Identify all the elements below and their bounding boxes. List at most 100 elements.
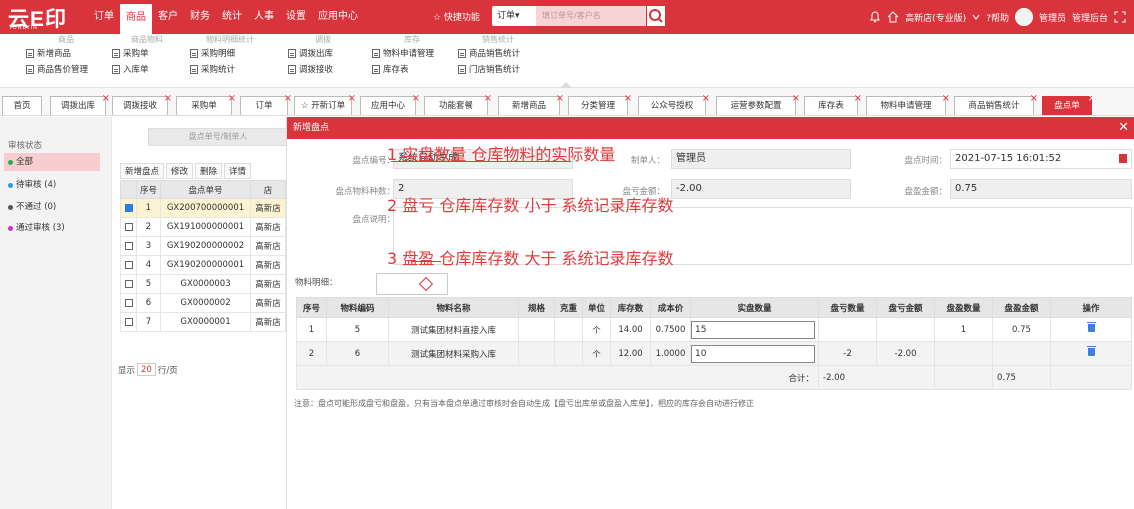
submenu-link-transfer-out[interactable]: 调拨出库 bbox=[288, 45, 358, 61]
nav-item-statistics[interactable]: 统计 bbox=[216, 0, 248, 34]
search-button[interactable] bbox=[646, 5, 666, 27]
avatar[interactable] bbox=[1014, 8, 1033, 26]
tab-orders[interactable]: 订单 × bbox=[240, 93, 292, 115]
tab-new-order[interactable]: ☆ 开新订单 × bbox=[294, 93, 356, 115]
status-dot-icon bbox=[8, 205, 13, 210]
row-checkbox[interactable] bbox=[124, 279, 133, 288]
table-row[interactable]: 3 GX190200000002 高新店 bbox=[120, 236, 286, 256]
filter-item-all[interactable]: 全部 bbox=[4, 153, 100, 171]
submenu-link-store-sales[interactable]: 门店销售统计 bbox=[458, 61, 538, 77]
calendar-icon[interactable] bbox=[1119, 154, 1127, 163]
nav-item-app-center[interactable]: 应用中心 bbox=[312, 0, 364, 34]
delete-row-icon[interactable] bbox=[1086, 322, 1096, 332]
row-checkbox[interactable] bbox=[124, 203, 133, 212]
nav-item-settings[interactable]: 设置 bbox=[280, 0, 312, 34]
order-type-select[interactable]: 订单▾ bbox=[492, 6, 536, 26]
tab-transfer-out[interactable]: 调拨出库 × bbox=[50, 93, 110, 115]
actual-quantity-input[interactable]: 10 bbox=[691, 344, 816, 363]
row-checkbox[interactable] bbox=[124, 317, 133, 326]
tab-purchase-order[interactable]: 采购单 × bbox=[176, 93, 236, 115]
tab-new-product[interactable]: 新增商品 × bbox=[498, 93, 564, 115]
help-link[interactable]: ?帮助 bbox=[986, 11, 1009, 24]
close-icon[interactable]: × bbox=[228, 90, 236, 108]
filter-item-approved[interactable]: 通过审核 (3) bbox=[4, 219, 100, 237]
row-checkbox[interactable] bbox=[124, 298, 133, 307]
global-search-input[interactable]: 填订单号/客户名 bbox=[536, 6, 646, 26]
backend-link[interactable]: 管理后台 bbox=[1072, 11, 1108, 24]
delete-row-icon[interactable] bbox=[1086, 346, 1096, 356]
submenu-link-price-management[interactable]: 商品售价管理 bbox=[26, 61, 106, 77]
table-row[interactable]: 4 GX190200000001 高新店 bbox=[120, 255, 286, 275]
close-icon[interactable]: × bbox=[792, 90, 800, 108]
tab-product-sales[interactable]: 商品销售统计 × bbox=[954, 93, 1038, 115]
close-icon[interactable]: × bbox=[1088, 90, 1096, 108]
column-header: 序号 bbox=[136, 180, 161, 199]
close-icon[interactable]: ✕ bbox=[1118, 117, 1129, 139]
nav-item-customers[interactable]: 客户 bbox=[152, 0, 184, 34]
table-row[interactable]: 2 GX191000000001 高新店 bbox=[120, 217, 286, 237]
tab-transfer-in[interactable]: 调拨接收 × bbox=[112, 93, 172, 115]
tab-category-management[interactable]: 分类管理 × bbox=[568, 93, 632, 115]
tab-wechat-auth[interactable]: 公众号授权 × bbox=[638, 93, 710, 115]
row-checkbox[interactable] bbox=[124, 241, 133, 250]
submenu-link-purchase-order[interactable]: 采购单 bbox=[112, 45, 182, 61]
column-header: 物料名称 bbox=[388, 297, 519, 318]
close-icon[interactable]: × bbox=[1030, 90, 1038, 108]
fullscreen-icon[interactable] bbox=[1114, 11, 1126, 23]
admin-name[interactable]: 管理员 bbox=[1039, 11, 1066, 24]
table-row[interactable]: 7 GX0000001 高新店 bbox=[120, 312, 286, 332]
filter-item-pending[interactable]: 待审核 (4) bbox=[4, 176, 100, 194]
quick-functions-button[interactable]: ☆ 快捷功能 bbox=[433, 10, 480, 23]
nav-item-finance[interactable]: 财务 bbox=[184, 0, 216, 34]
new-stocktake-button[interactable]: 新增盘点 bbox=[120, 163, 165, 179]
close-icon[interactable]: × bbox=[102, 90, 110, 108]
close-icon[interactable]: × bbox=[284, 90, 292, 108]
logo[interactable]: 云E印 YUNEYIN bbox=[8, 3, 78, 31]
submenu-link-purchase-detail[interactable]: 采购明细 bbox=[190, 45, 270, 61]
submenu-link-product-sales[interactable]: 商品销售统计 bbox=[458, 45, 538, 61]
close-icon[interactable]: × bbox=[412, 90, 420, 108]
home-icon[interactable] bbox=[887, 11, 899, 23]
tab-operation-params[interactable]: 运营参数配置 × bbox=[716, 93, 800, 115]
list-search-input[interactable]: 盘点单号/制单人 bbox=[148, 128, 288, 146]
time-field[interactable]: 2021-07-15 16:01:52 bbox=[950, 149, 1132, 169]
close-icon[interactable]: × bbox=[942, 90, 950, 108]
tab-feature-packages[interactable]: 功能套餐 × bbox=[424, 93, 492, 115]
close-icon[interactable]: × bbox=[484, 90, 492, 108]
table-row[interactable]: 5 GX0000003 高新店 bbox=[120, 274, 286, 294]
details-button[interactable]: 详情 bbox=[224, 163, 252, 179]
close-icon[interactable]: × bbox=[556, 90, 564, 108]
tab-home[interactable]: 首页 bbox=[2, 96, 42, 115]
table-row[interactable]: 1 GX200700000001 高新店 bbox=[120, 198, 286, 218]
submenu-link-inventory-table[interactable]: 库存表 bbox=[372, 61, 452, 77]
nav-item-orders[interactable]: 订单 bbox=[88, 0, 120, 34]
tab-inventory-table[interactable]: 库存表 × bbox=[804, 93, 862, 115]
tab-material-request[interactable]: 物料申请管理 × bbox=[866, 93, 950, 115]
table-row[interactable]: 6 GX0000002 高新店 bbox=[120, 293, 286, 313]
submenu-link-new-product[interactable]: 新增商品 bbox=[26, 45, 106, 61]
row-checkbox[interactable] bbox=[124, 222, 133, 231]
submenu-link-transfer-in[interactable]: 调拨接收 bbox=[288, 61, 358, 77]
tab-stocktake[interactable]: 盘点单 × bbox=[1042, 93, 1096, 115]
close-icon[interactable]: × bbox=[348, 90, 356, 108]
nav-item-hr[interactable]: 人事 bbox=[248, 0, 280, 34]
loss-amount-field: -2.00 bbox=[671, 179, 851, 199]
bell-icon[interactable] bbox=[869, 11, 881, 23]
delete-button[interactable]: 删除 bbox=[195, 163, 223, 179]
close-icon[interactable]: × bbox=[624, 90, 632, 108]
filter-item-rejected[interactable]: 不通过 (0) bbox=[4, 198, 100, 216]
page-size-select[interactable]: 20 bbox=[137, 363, 156, 376]
row-checkbox[interactable] bbox=[124, 260, 133, 269]
tab-app-center[interactable]: 应用中心 × bbox=[360, 93, 420, 115]
submenu-link-purchase-stats[interactable]: 采购统计 bbox=[190, 61, 270, 77]
edit-button[interactable]: 修改 bbox=[166, 163, 194, 179]
submenu-link-material-request[interactable]: 物料申请管理 bbox=[372, 45, 452, 61]
close-icon[interactable]: × bbox=[164, 90, 172, 108]
close-icon[interactable]: × bbox=[854, 90, 862, 108]
close-icon[interactable]: × bbox=[702, 90, 710, 108]
nav-item-products[interactable]: 商品 bbox=[120, 4, 152, 34]
submenu-link-stock-in[interactable]: 入库单 bbox=[112, 61, 182, 77]
select-materials-button[interactable] bbox=[376, 273, 448, 295]
actual-quantity-input[interactable]: 15 bbox=[691, 320, 816, 339]
store-switcher[interactable]: 高新店(专业版) bbox=[905, 11, 966, 24]
